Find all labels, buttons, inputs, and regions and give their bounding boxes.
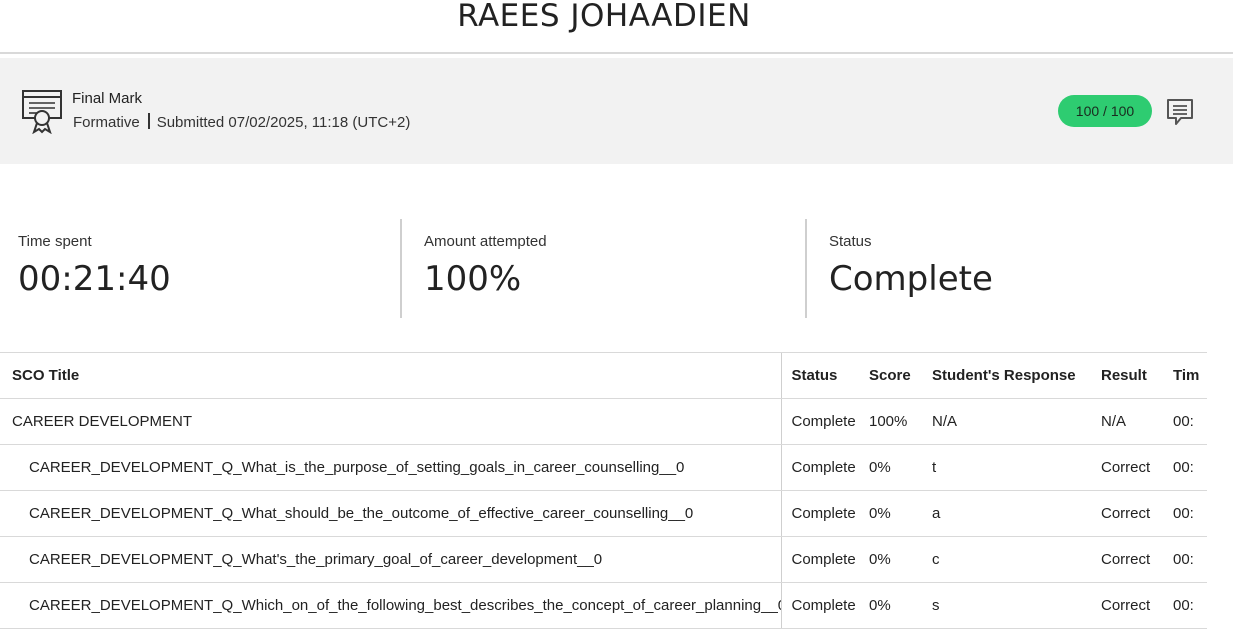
row-response: c bbox=[932, 536, 1101, 583]
row-response: s bbox=[932, 582, 1101, 629]
final-mark-title: Final Mark bbox=[72, 90, 143, 107]
student-name: RAEES JOHAADIEN bbox=[457, 0, 751, 34]
column-header-status[interactable]: Status bbox=[781, 353, 869, 399]
stat-value: 00:21:40 bbox=[18, 259, 171, 299]
stat-value: 100% bbox=[424, 259, 522, 299]
submitted-date: Submitted 07/02/2025, 11:18 (UTC+2) bbox=[156, 114, 411, 131]
row-status: Complete bbox=[781, 536, 869, 583]
page-header: RAEES JOHAADIEN bbox=[0, 0, 1233, 54]
stat-label: Amount attempted bbox=[424, 233, 547, 250]
row-response: t bbox=[932, 444, 1101, 491]
row-result: N/A bbox=[1101, 398, 1173, 445]
comment-icon[interactable] bbox=[1166, 98, 1194, 126]
row-score: 0% bbox=[869, 582, 932, 629]
table-row[interactable]: CAREER_DEVELOPMENT_Q_What_should_be_the_… bbox=[0, 490, 1207, 537]
row-time: 00: bbox=[1173, 398, 1207, 445]
separator bbox=[147, 113, 150, 129]
sco-results-table[interactable]: SCO Title Status Score Student's Respons… bbox=[0, 352, 1207, 634]
row-response: N/A bbox=[932, 398, 1101, 445]
score-badge: 100 / 100 bbox=[1058, 95, 1152, 127]
final-mark-panel: Final Mark Formative Submitted 07/02/2025… bbox=[0, 58, 1233, 164]
row-result: Correct bbox=[1101, 582, 1173, 629]
row-response: a bbox=[932, 490, 1101, 537]
table-row[interactable]: CAREER_DEVELOPMENT_Q_What's_the_primary_… bbox=[0, 536, 1207, 583]
column-header-result[interactable]: Result bbox=[1101, 353, 1173, 399]
row-result: Correct bbox=[1101, 536, 1173, 583]
stat-divider bbox=[805, 219, 807, 318]
table-row[interactable]: CAREER_DEVELOPMENT_Q_What_is_the_purpose… bbox=[0, 444, 1207, 491]
column-header-score[interactable]: Score bbox=[869, 353, 932, 399]
sco-title: CAREER_DEVELOPMENT_Q_What_is_the_purpose… bbox=[0, 444, 782, 491]
assessment-type: Formative bbox=[73, 114, 140, 131]
stat-label: Status bbox=[829, 233, 872, 250]
row-score: 0% bbox=[869, 490, 932, 537]
column-header-response[interactable]: Student's Response bbox=[932, 353, 1101, 399]
attempt-stats: Time spent 00:21:40 Amount attempted 100… bbox=[0, 219, 1233, 319]
row-result: Correct bbox=[1101, 490, 1173, 537]
row-time: 00: bbox=[1173, 444, 1207, 491]
row-status: Complete bbox=[781, 444, 869, 491]
row-status: Complete bbox=[781, 490, 869, 537]
certificate-icon bbox=[22, 90, 62, 134]
row-time: 00: bbox=[1173, 490, 1207, 537]
sco-title: CAREER_DEVELOPMENT_Q_What's_the_primary_… bbox=[0, 536, 782, 583]
row-time: 00: bbox=[1173, 536, 1207, 583]
table-row[interactable]: CAREER DEVELOPMENT Complete 100% N/A N/A… bbox=[0, 398, 1207, 445]
sco-title: CAREER DEVELOPMENT bbox=[0, 398, 782, 445]
row-time: 00: bbox=[1173, 582, 1207, 629]
table-row[interactable]: CAREER_DEVELOPMENT_Q_Which_on_of_the_fol… bbox=[0, 582, 1207, 629]
column-header-sco-title[interactable]: SCO Title bbox=[0, 353, 782, 399]
stat-value: Complete bbox=[829, 259, 993, 299]
final-mark-subtitle: Formative Submitted 07/02/2025, 11:18 (UT… bbox=[73, 113, 410, 131]
row-score: 0% bbox=[869, 444, 932, 491]
row-result: Correct bbox=[1101, 444, 1173, 491]
row-status: Complete bbox=[781, 398, 869, 445]
table-header-row: SCO Title Status Score Student's Respons… bbox=[0, 353, 1207, 399]
stat-divider bbox=[400, 219, 402, 318]
row-score: 0% bbox=[869, 536, 932, 583]
row-score: 100% bbox=[869, 398, 932, 445]
stat-label: Time spent bbox=[18, 233, 92, 250]
row-status: Complete bbox=[781, 582, 869, 629]
sco-title: CAREER_DEVELOPMENT_Q_Which_on_of_the_fol… bbox=[0, 582, 782, 629]
column-header-time[interactable]: Tim bbox=[1173, 353, 1207, 399]
sco-title: CAREER_DEVELOPMENT_Q_What_should_be_the_… bbox=[0, 490, 782, 537]
